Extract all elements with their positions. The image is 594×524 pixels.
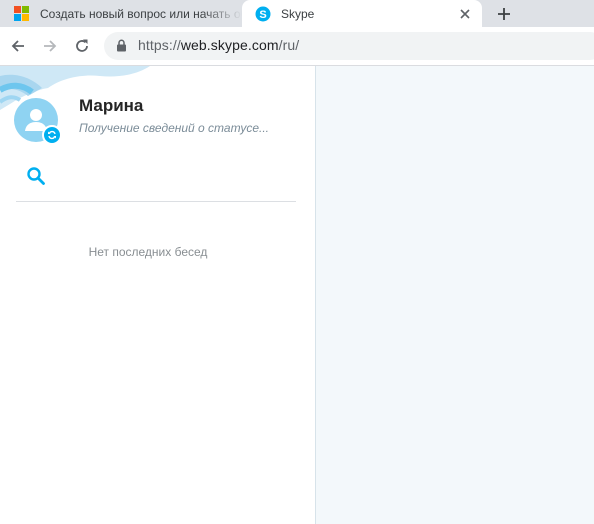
url-text: https://web.skype.com/ru/: [138, 37, 299, 53]
no-recent-conversations: Нет последних бесед: [88, 245, 208, 259]
divider: [16, 201, 296, 202]
skype-app: Марина Получение сведений о статусе... Н…: [0, 66, 594, 524]
url-scheme: https://: [138, 37, 181, 53]
reload-button[interactable]: [69, 33, 95, 59]
new-tab-button[interactable]: [491, 2, 517, 26]
url-path: /ru/: [278, 37, 300, 53]
tab-title: Skype: [281, 6, 315, 21]
status-sync-badge: [42, 125, 62, 145]
sync-icon: [48, 130, 56, 140]
profile-name[interactable]: Марина: [79, 96, 143, 116]
address-bar[interactable]: https://web.skype.com/ru/: [104, 32, 594, 60]
tab-strip: Создать новый вопрос или начать обсужден…: [0, 0, 594, 27]
url-host: web.skype.com: [180, 37, 279, 53]
tab-microsoft[interactable]: Создать новый вопрос или начать обсужден…: [0, 0, 242, 27]
microsoft-logo-icon: [14, 5, 30, 22]
skype-icon: S: [255, 6, 271, 21]
svg-text:S: S: [259, 9, 266, 21]
plus-icon: [498, 8, 510, 20]
profile-status: Получение сведений о статусе...: [79, 121, 269, 135]
forward-arrow-icon: [44, 40, 57, 52]
back-button[interactable]: [5, 33, 31, 59]
search-icon: [27, 167, 45, 185]
tab-title: Создать новый вопрос или начать обсужден…: [40, 6, 242, 21]
close-tab-icon[interactable]: [455, 4, 475, 24]
back-arrow-icon: [11, 40, 24, 52]
sidebar: Марина Получение сведений о статусе... Н…: [0, 66, 316, 524]
reload-icon: [76, 39, 88, 52]
browser-toolbar: https://web.skype.com/ru/: [0, 27, 594, 66]
search-button[interactable]: [24, 164, 48, 188]
forward-button[interactable]: [37, 33, 63, 59]
lock-icon: [117, 39, 126, 52]
conversation-pane: [316, 66, 594, 524]
tab-skype[interactable]: S Skype: [242, 0, 482, 27]
